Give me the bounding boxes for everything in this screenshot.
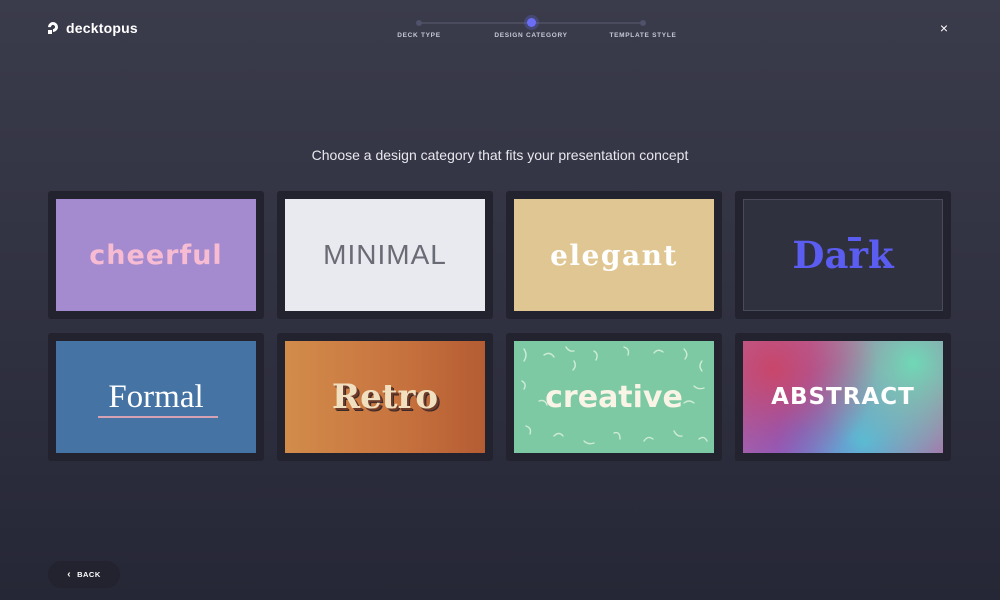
category-label: elegant — [550, 238, 678, 272]
category-card-cheerful[interactable]: cheerful — [48, 191, 264, 319]
category-card-abstract[interactable]: ABSTRACT — [735, 333, 951, 461]
category-card-formal[interactable]: Formal — [48, 333, 264, 461]
step-label: DECK TYPE — [397, 32, 441, 39]
step-dot-active — [526, 18, 536, 27]
decktopus-logo-icon — [48, 22, 60, 35]
category-label: creative — [545, 379, 683, 415]
category-label: Formal — [108, 378, 204, 415]
step-deck-type[interactable]: DECK TYPE — [359, 18, 479, 39]
category-card-elegant[interactable]: elegant — [506, 191, 722, 319]
step-label: TEMPLATE STYLE — [609, 32, 677, 39]
category-label: Dark — [792, 233, 894, 277]
chevron-left-icon: ‹ — [67, 568, 72, 580]
category-thumbnail: ABSTRACT — [743, 341, 943, 453]
back-button[interactable]: ‹ BACK — [48, 561, 120, 588]
category-card-dark[interactable]: Dark — [735, 191, 951, 319]
category-thumbnail: Formal — [56, 341, 256, 453]
close-icon[interactable]: × — [937, 21, 951, 35]
decorative-underline — [98, 416, 218, 418]
page-prompt: Choose a design category that fits your … — [311, 147, 689, 163]
category-thumbnail: elegant — [514, 199, 714, 311]
progress-stepper: DECK TYPE DESIGN CATEGORY TEMPLATE STYLE — [380, 18, 700, 48]
category-card-minimal[interactable]: MINIMAL — [277, 191, 493, 319]
category-card-creative[interactable]: creative — [506, 333, 722, 461]
category-thumbnail: Retro — [285, 341, 485, 453]
step-template-style[interactable]: TEMPLATE STYLE — [583, 18, 703, 39]
category-thumbnail: Dark — [743, 199, 943, 311]
category-label: ABSTRACT — [771, 384, 915, 410]
step-label: DESIGN CATEGORY — [494, 32, 568, 39]
step-dot — [416, 20, 422, 26]
category-thumbnail: MINIMAL — [285, 199, 485, 311]
category-card-retro[interactable]: Retro — [277, 333, 493, 461]
category-thumbnail: cheerful — [56, 199, 256, 311]
back-button-label: BACK — [77, 570, 101, 579]
category-label: MINIMAL — [323, 239, 447, 270]
category-label: Retro — [331, 377, 439, 417]
category-label: cheerful — [89, 239, 223, 271]
category-thumbnail: creative — [514, 341, 714, 453]
step-dot — [640, 20, 646, 26]
brand-name: decktopus — [66, 20, 138, 36]
step-design-category[interactable]: DESIGN CATEGORY — [471, 18, 591, 39]
brand-logo[interactable]: decktopus — [48, 20, 138, 36]
